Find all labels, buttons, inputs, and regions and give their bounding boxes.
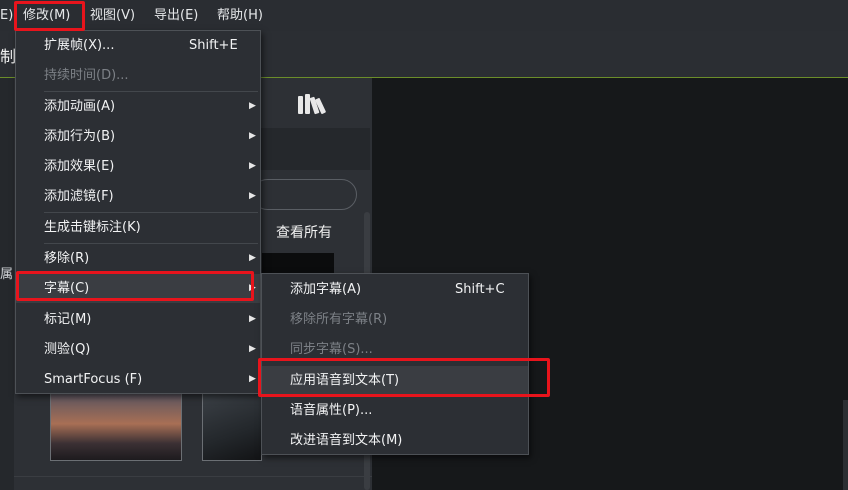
library-dropdown[interactable] (258, 128, 370, 170)
city-thumbnail[interactable] (50, 393, 182, 461)
menu-item-expand-frame[interactable]: 扩展帧(X)... Shift+E (16, 31, 260, 60)
gutter-label: 属 (0, 267, 14, 282)
menu-item-keystroke-callouts[interactable]: 生成击键标注(K) (16, 213, 260, 242)
menu-item-add-caption[interactable]: 添加字幕(A) Shift+C (262, 275, 528, 304)
chevron-right-icon: ▶ (249, 314, 256, 324)
annotation-box-captions (16, 271, 254, 301)
menu-view[interactable]: 视图(V) (90, 6, 135, 26)
menu-help[interactable]: 帮助(H) (217, 6, 263, 26)
menu-item-add-behavior[interactable]: 添加行为(B) ▶ (16, 122, 260, 151)
modify-menu: 扩展帧(X)... Shift+E 持续时间(D)... 添加动画(A) ▶ 添… (15, 30, 261, 394)
chevron-right-icon: ▶ (249, 101, 256, 111)
canvas-edge (843, 400, 848, 490)
record-label[interactable]: 制 (0, 43, 16, 67)
menu-bar: E) 修改(M) 视图(V) 导出(E) 帮助(H) (0, 0, 848, 31)
chevron-right-icon: ▶ (249, 131, 256, 141)
tool-gutter: 属 (0, 78, 14, 490)
menu-item-markers[interactable]: 标记(M) ▶ (16, 305, 260, 334)
menu-item-speech-properties[interactable]: 语音属性(P)... (262, 396, 528, 425)
menu-item-add-filter[interactable]: 添加滤镜(F) ▶ (16, 182, 260, 211)
library-books-icon[interactable] (298, 92, 327, 115)
menu-item-quiz[interactable]: 测验(Q) ▶ (16, 335, 260, 364)
view-all-link[interactable]: 查看所有 (276, 222, 332, 242)
panel-divider (14, 476, 372, 477)
chevron-right-icon: ▶ (249, 344, 256, 354)
menu-item-smartfocus[interactable]: SmartFocus (F) ▶ (16, 365, 260, 394)
annotation-box-speech-to-text (258, 358, 550, 397)
people-thumbnail[interactable] (202, 393, 262, 461)
menu-item-improve-speech-to-text[interactable]: 改进语音到文本(M) (262, 426, 528, 455)
menu-item-duration[interactable]: 持续时间(D)... (16, 61, 260, 90)
menu-item-remove[interactable]: 移除(R) ▶ (16, 244, 260, 273)
chevron-right-icon: ▶ (249, 374, 256, 384)
annotation-box-modify-menu (14, 1, 85, 31)
chevron-right-icon: ▶ (249, 253, 256, 263)
search-input[interactable] (252, 179, 357, 210)
menu-edit[interactable]: E) (0, 6, 13, 26)
menu-export[interactable]: 导出(E) (154, 6, 198, 26)
chevron-right-icon: ▶ (249, 161, 256, 171)
menu-item-add-animation[interactable]: 添加动画(A) ▶ (16, 92, 260, 121)
menu-item-remove-all-captions[interactable]: 移除所有字幕(R) (262, 305, 528, 334)
menu-item-add-effect[interactable]: 添加效果(E) ▶ (16, 152, 260, 181)
chevron-right-icon: ▶ (249, 191, 256, 201)
